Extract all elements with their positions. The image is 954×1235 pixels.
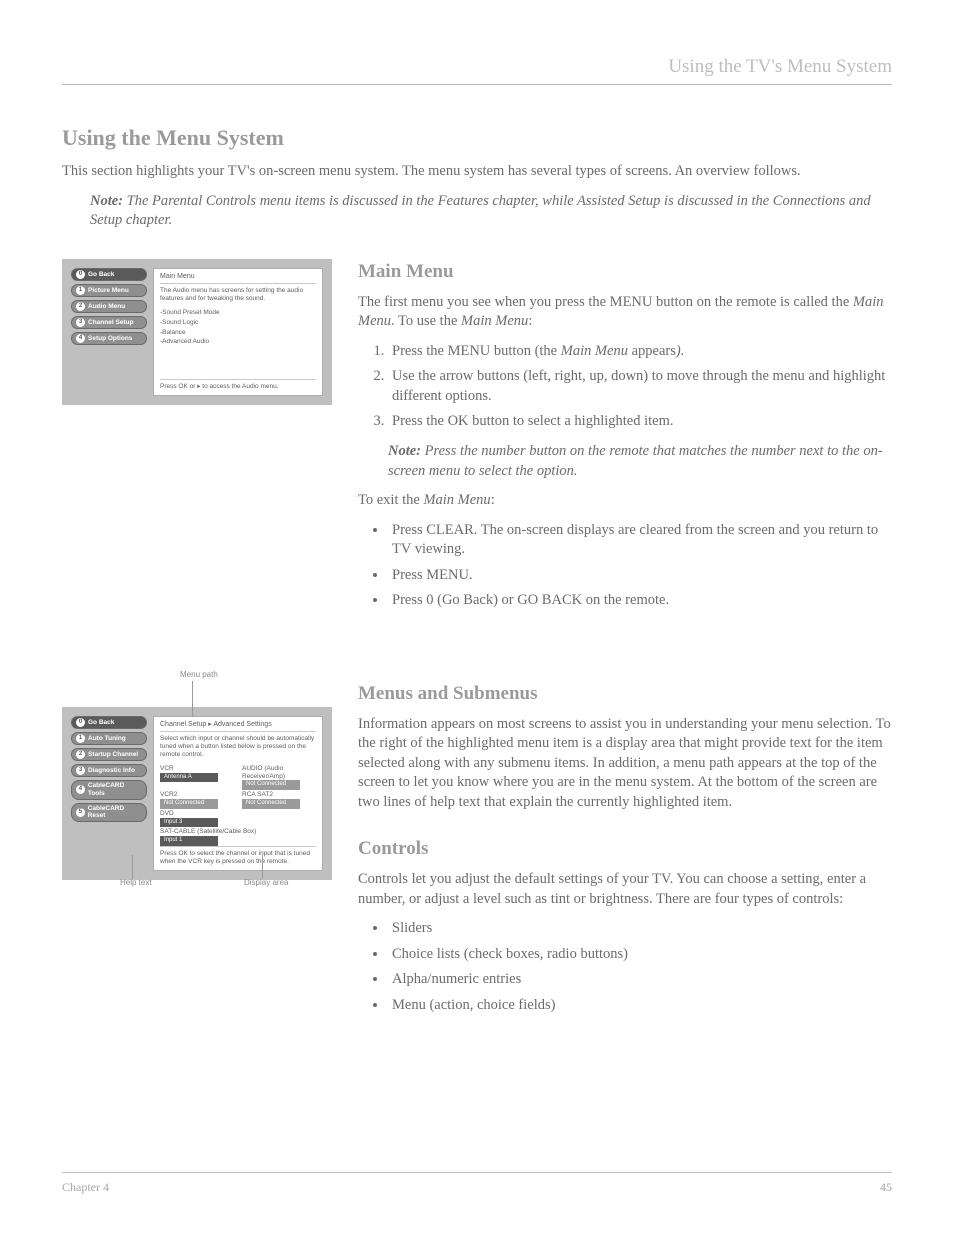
menus-paragraph: Information appears on most screens to a… — [358, 715, 892, 813]
main-menu-steps: Press the MENU button (the Main Menu app… — [358, 342, 892, 432]
callout-line-help — [132, 855, 133, 879]
tv1-sidebar-audio: 2Audio Menu — [71, 300, 147, 313]
intro-paragraph: This section highlights your TV's on-scr… — [62, 162, 892, 182]
footer-chapter: Chapter 4 — [62, 1179, 109, 1195]
subhead-controls: Controls — [358, 836, 892, 862]
callout-label-path: Menu path — [180, 671, 218, 680]
subhead-main-menu: Main Menu — [358, 259, 892, 285]
screenshot-advanced-settings: 0Go Back 1Auto Tuning 2Startup Channel 3… — [62, 707, 332, 880]
tv2-sidebar-startup: 2Startup Channel — [71, 748, 147, 761]
tv1-sidebar-setup: 4Setup Options — [71, 332, 147, 345]
tv1-panel-footer: Press OK or ▸ to access the Audio menu. — [160, 379, 316, 391]
main-menu-intro: The first menu you see when you press th… — [358, 293, 892, 332]
page-footer: Chapter 4 45 — [62, 1172, 892, 1195]
tv2-sidebar-diag: 3Diagnostic Info — [71, 764, 147, 777]
step-1: Press the MENU button (the Main Menu app… — [388, 342, 892, 362]
tv1-panel-items: -Sound Preset Mode -Sound Logic -Balance… — [160, 309, 316, 348]
controls-bullet-sliders: Sliders — [388, 919, 892, 939]
tv2-fields: VCRAntenna A AUDIO (Audio Receiver/Amp)N… — [160, 765, 316, 846]
callout-label-help: Help text — [120, 879, 152, 888]
tv1-panel-title: Main Menu — [160, 273, 316, 284]
tv2-desc: Select which input or channel should be … — [160, 735, 316, 758]
tv2-sidebar-go-back: 0Go Back — [71, 716, 147, 729]
tv1-panel-desc: The Audio menu has screens for setting t… — [160, 287, 316, 303]
controls-bullet-choice: Choice lists (check boxes, radio buttons… — [388, 945, 892, 965]
step-2: Use the arrow buttons (left, right, up, … — [388, 367, 892, 406]
controls-bullet-alpha: Alpha/numeric entries — [388, 970, 892, 990]
inline-note: Note: Press the number button on the rem… — [388, 442, 892, 481]
tv2-sidebar-cc-tools: 4CableCARD Tools — [71, 780, 147, 800]
exit-bullet-1: Press CLEAR. The on-screen displays are … — [388, 521, 892, 560]
rule-top — [62, 84, 892, 85]
callout-line-path — [192, 681, 193, 717]
callout-line-display — [262, 855, 263, 879]
exit-bullet-3: Press 0 (Go Back) or GO BACK on the remo… — [388, 591, 892, 611]
footer-page-number: 45 — [880, 1179, 892, 1195]
tv2-sidebar-cc-reset: 5CableCARD Reset — [71, 803, 147, 823]
tv2-sidebar-auto-tuning: 1Auto Tuning — [71, 732, 147, 745]
step-3: Press the OK button to select a highligh… — [388, 412, 892, 432]
tv2-footer: Press OK to select the channel or input … — [160, 846, 316, 866]
controls-paragraph: Controls let you adjust the default sett… — [358, 870, 892, 909]
controls-bullet-menu: Menu (action, choice fields) — [388, 996, 892, 1016]
exit-intro: To exit the Main Menu: — [358, 491, 892, 511]
tv1-sidebar-picture: 1Picture Menu — [71, 284, 147, 297]
section-title-using-menu: Using the Menu System — [62, 123, 892, 153]
screenshot-main-menu: 0Go Back 1Picture Menu 2Audio Menu 3Chan… — [62, 259, 332, 405]
exit-bullet-2: Press MENU. — [388, 566, 892, 586]
intro-note-text: The Parental Controls menu items is disc… — [90, 193, 871, 229]
exit-bullets: Press CLEAR. The on-screen displays are … — [358, 521, 892, 611]
tv2-path: Channel Setup ▸ Advanced Settings — [160, 721, 316, 732]
tv1-sidebar-channel: 3Channel Setup — [71, 316, 147, 329]
intro-note: Note: The Parental Controls menu items i… — [90, 192, 892, 231]
note-label: Note: — [90, 193, 123, 209]
callout-label-display: Display area — [244, 879, 288, 888]
chapter-heading: Using the TV's Menu System — [62, 54, 892, 80]
tv1-sidebar-go-back: 0Go Back — [71, 268, 147, 281]
controls-bullets: Sliders Choice lists (check boxes, radio… — [358, 919, 892, 1015]
subhead-menus-submenus: Menus and Submenus — [358, 681, 892, 707]
